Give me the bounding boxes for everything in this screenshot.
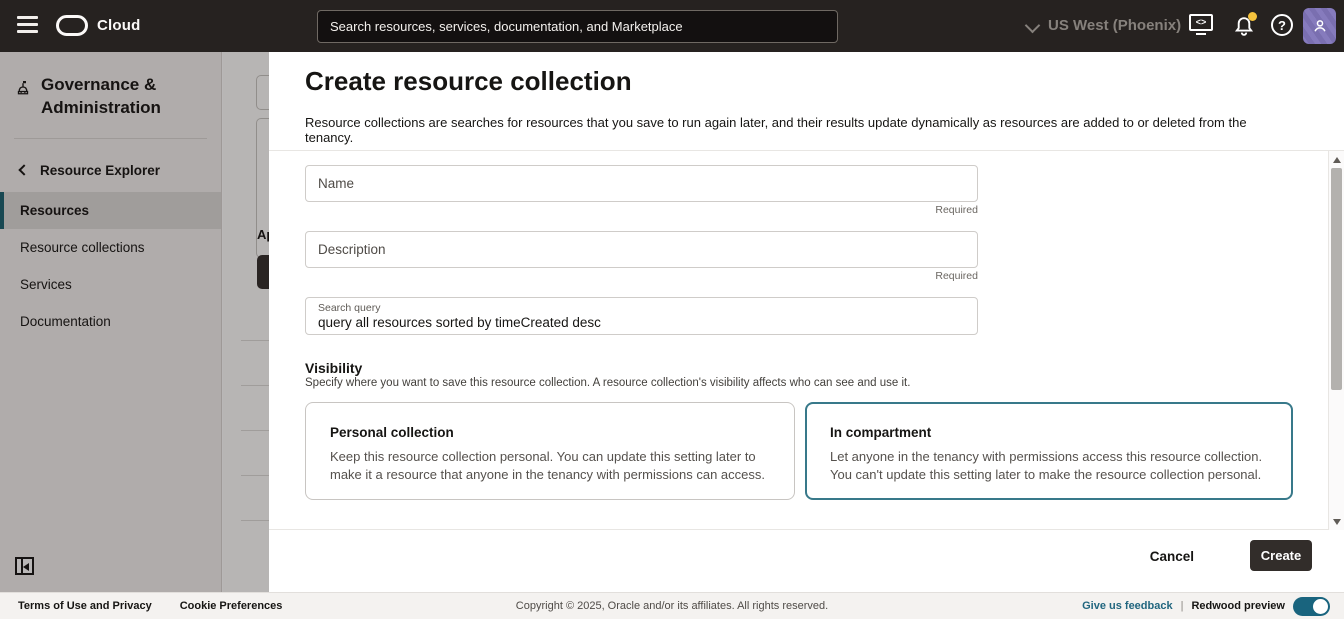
background-button-fragment — [257, 255, 269, 289]
brand-label: Cloud — [97, 17, 141, 34]
visibility-heading: Visibility — [305, 360, 362, 376]
option-title: In compartment — [830, 425, 1268, 440]
visibility-option-in-compartment[interactable]: In compartment Let anyone in the tenancy… — [805, 402, 1293, 500]
description-field[interactable] — [305, 231, 978, 268]
search-query-label: Search query — [318, 302, 965, 314]
background-page-strip: Ap — [223, 52, 269, 592]
visibility-description: Specify where you want to save this reso… — [305, 377, 910, 389]
footer-separator: | — [1181, 600, 1184, 612]
search-query-field[interactable]: Search query — [305, 297, 978, 335]
sidebar-back-resource-explorer[interactable]: Resource Explorer — [0, 139, 221, 192]
chevron-left-icon — [18, 165, 29, 176]
help-icon[interactable]: ? — [1271, 14, 1293, 36]
form-scroll-area: Required Required Search query Visibilit… — [269, 150, 1344, 530]
background-search-box — [256, 75, 269, 110]
cancel-button[interactable]: Cancel — [1150, 549, 1194, 564]
sidebar-title: Governance & Administration — [41, 74, 207, 120]
redwood-preview-label: Redwood preview — [1191, 600, 1285, 612]
page-title: Create resource collection — [305, 66, 632, 97]
scrollbar-up-arrow-icon[interactable] — [1333, 157, 1341, 163]
sidebar-item-services[interactable]: Services — [0, 266, 221, 303]
search-query-input[interactable] — [318, 314, 965, 330]
description-input[interactable] — [306, 232, 977, 267]
oracle-logo-icon[interactable] — [56, 15, 88, 36]
name-field[interactable] — [305, 165, 978, 202]
option-title: Personal collection — [330, 425, 770, 440]
sidebar-item-resources[interactable]: Resources — [0, 192, 221, 229]
visibility-option-personal-collection[interactable]: Personal collection Keep this resource c… — [305, 402, 795, 500]
chevron-down-icon[interactable] — [1025, 18, 1041, 34]
scrollbar[interactable] — [1328, 151, 1344, 531]
user-avatar[interactable] — [1303, 8, 1336, 44]
footer-bar: Terms of Use and Privacy Cookie Preferen… — [0, 592, 1344, 619]
copyright-text: Copyright © 2025, Oracle and/or its affi… — [516, 600, 828, 612]
scrollbar-thumb[interactable] — [1331, 168, 1342, 390]
global-search-input[interactable] — [317, 10, 838, 43]
name-required-hint: Required — [305, 204, 978, 216]
collapse-sidebar-icon[interactable] — [15, 557, 34, 575]
page-subtitle: Resource collections are searches for re… — [305, 115, 1295, 145]
create-button[interactable]: Create — [1250, 540, 1312, 571]
scrollbar-down-arrow-icon[interactable] — [1333, 519, 1341, 525]
hamburger-menu-icon[interactable] — [17, 16, 38, 33]
panel-action-bar: Cancel Create — [269, 530, 1344, 592]
feedback-link[interactable]: Give us feedback — [1082, 600, 1173, 612]
top-bar: Cloud US West (Phoenix) <> ? — [0, 0, 1344, 52]
redwood-preview-toggle[interactable] — [1293, 597, 1330, 616]
name-input[interactable] — [306, 166, 977, 201]
background-apply-label: Ap — [257, 227, 269, 242]
cloud-shell-icon[interactable]: <> — [1189, 14, 1213, 38]
person-icon — [1311, 17, 1329, 35]
cookie-preferences-link[interactable]: Cookie Preferences — [180, 600, 283, 612]
notification-badge — [1248, 12, 1257, 21]
description-required-hint: Required — [305, 270, 978, 282]
governance-icon — [14, 78, 32, 96]
sidebar-item-documentation[interactable]: Documentation — [0, 303, 221, 340]
sidebar-item-resource-collections[interactable]: Resource collections — [0, 229, 221, 266]
option-description: Let anyone in the tenancy with permissio… — [830, 448, 1268, 485]
region-selector[interactable]: US West (Phoenix) — [1048, 17, 1181, 34]
sidebar: Governance & Administration Resource Exp… — [0, 52, 222, 592]
terms-link[interactable]: Terms of Use and Privacy — [18, 600, 152, 612]
notifications-bell-icon[interactable] — [1232, 14, 1256, 38]
option-description: Keep this resource collection personal. … — [330, 448, 770, 485]
create-resource-collection-panel: Create resource collection Resource coll… — [269, 52, 1344, 592]
